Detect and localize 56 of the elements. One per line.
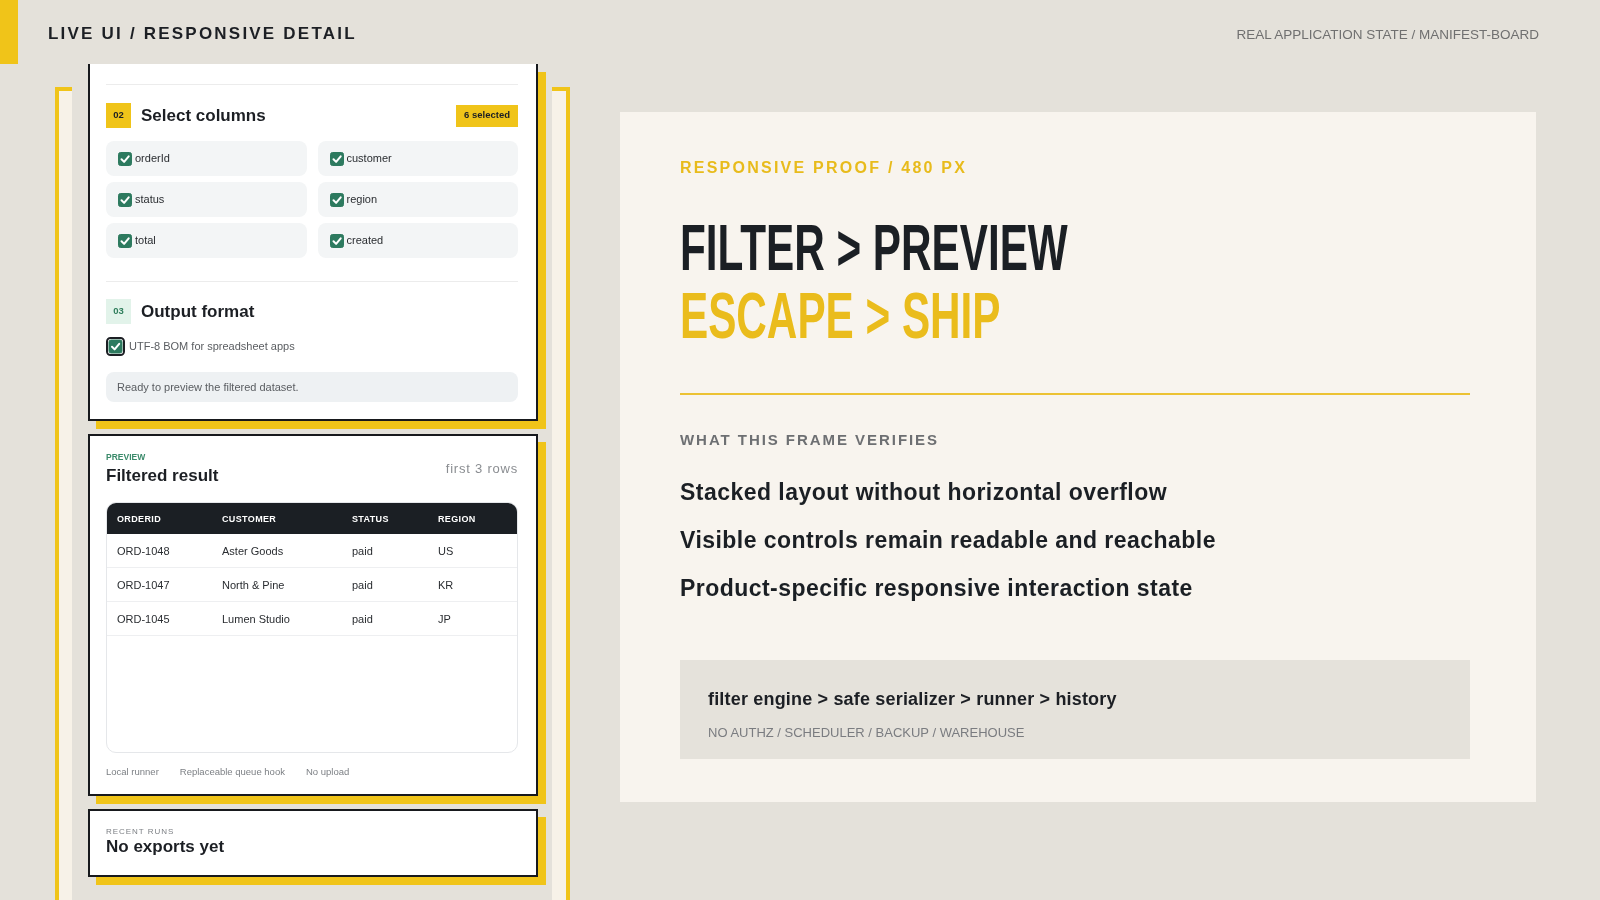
footer-note: Replaceable queue hook: [179, 766, 285, 778]
section-title: Output format: [141, 301, 255, 322]
eyebrow-label: RESPONSIVE PROOF / 480 PX: [680, 158, 968, 178]
table-cell-text: paid: [351, 577, 374, 592]
page-title: LIVE UI / RESPONSIVE DETAIL: [48, 24, 357, 44]
checkbox[interactable]: [329, 151, 344, 166]
accent-bar: [0, 0, 18, 64]
column-option[interactable]: orderId: [106, 141, 307, 176]
check-item: Visible controls remain readable and reachable: [680, 526, 1216, 554]
card-title: No exports yet: [106, 837, 225, 857]
footer-note: No upload: [305, 766, 350, 778]
table-cell-text: ORD-1045: [116, 611, 171, 626]
step-number: 03: [106, 299, 131, 324]
column-option[interactable]: total: [106, 223, 307, 258]
card-title: Filtered result: [106, 466, 219, 486]
eyebrow-label: PREVIEW: [106, 452, 146, 463]
column-header: ORDERID: [116, 512, 163, 525]
selected-count-badge: 6 selected: [456, 104, 518, 127]
checkbox[interactable]: [118, 233, 132, 248]
section-title: Select columns: [141, 105, 266, 126]
column-option[interactable]: status: [106, 182, 307, 217]
headline-text: FILTER > PREVIEW: [680, 214, 1068, 282]
table-cell-text: KR: [437, 577, 455, 592]
column-option[interactable]: region: [317, 182, 518, 217]
footer-note: Local runner: [106, 766, 159, 778]
pipeline-text: filter engine > safe serializer > runner > history: [708, 688, 1117, 710]
section-label: WHAT THIS FRAME VERIFIES: [680, 431, 940, 449]
checkbox[interactable]: [329, 192, 344, 207]
table-cell-text: ORD-1048: [116, 543, 171, 558]
checkbox[interactable]: [329, 233, 344, 248]
bom-option[interactable]: UTF-8 BOM for spreadsheet apps: [106, 337, 295, 356]
table-cell-text: Aster Goods: [221, 543, 285, 558]
table-cell-text: US: [437, 543, 455, 558]
table-cell-text: North & Pine: [221, 577, 286, 592]
table-cell-text: Lumen Studio: [221, 611, 291, 626]
exclusions-text: NO AUTHZ / SCHEDULER / BACKUP / WAREHOUSE: [708, 725, 1025, 741]
table-cell-text: paid: [351, 611, 374, 626]
table-cell-text: ORD-1047: [116, 577, 171, 592]
column-option[interactable]: customer: [317, 141, 518, 176]
column-header: REGION: [437, 512, 477, 525]
check-item: Stacked layout without horizontal overflow: [680, 478, 1168, 506]
column-header: CUSTOMER: [221, 512, 278, 525]
check-item: Product-specific responsive interaction state: [680, 574, 1193, 602]
step-number: 02: [106, 103, 131, 128]
eyebrow-label: RECENT RUNS: [106, 827, 175, 837]
table-cell-text: JP: [437, 611, 452, 626]
table-cell-text: paid: [351, 543, 374, 558]
checkbox[interactable]: [106, 337, 125, 356]
checkbox[interactable]: [118, 192, 132, 207]
column-option[interactable]: created: [317, 223, 518, 258]
checkbox[interactable]: [118, 151, 132, 166]
row-count-label: first 3 rows: [445, 461, 518, 477]
context-label: REAL APPLICATION STATE / MANIFEST-BOARD: [1236, 27, 1539, 43]
column-header: STATUS: [351, 512, 390, 525]
headline-text: ESCAPE > SHIP: [680, 282, 1001, 350]
status-message: Ready to preview the filtered dataset.: [106, 372, 518, 402]
